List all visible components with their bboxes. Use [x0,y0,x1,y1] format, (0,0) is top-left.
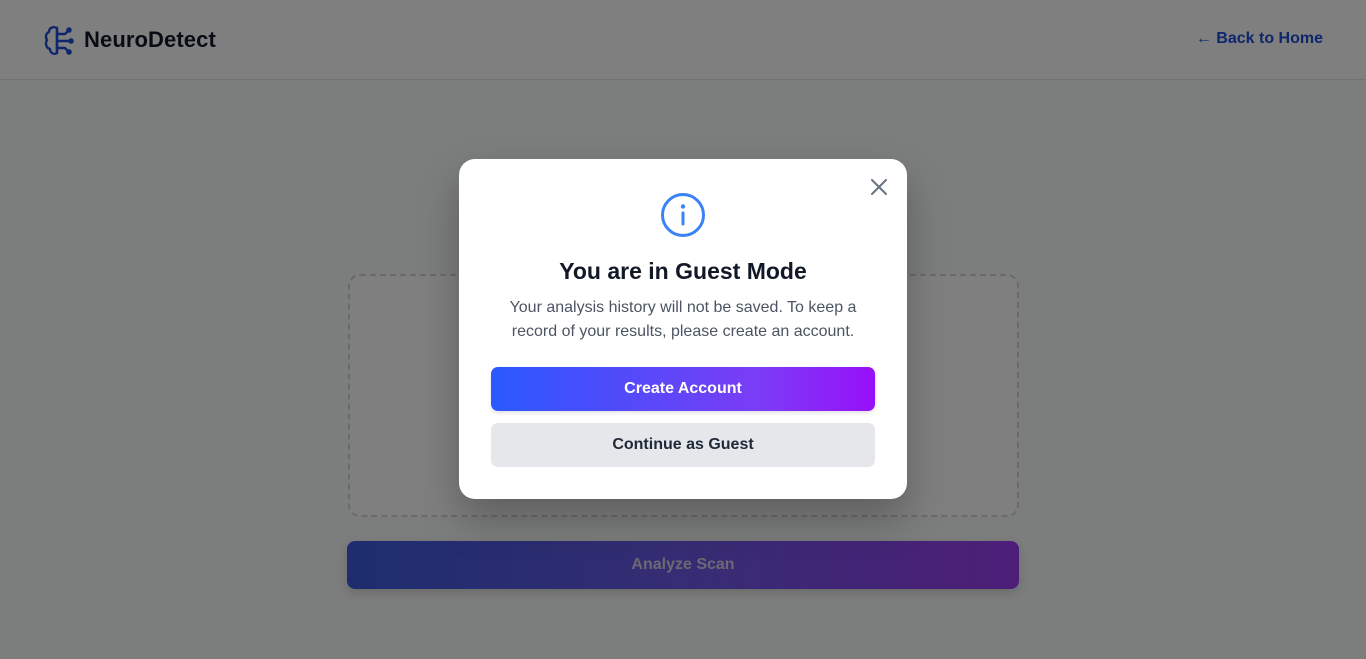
close-button[interactable] [869,177,889,197]
info-icon [661,193,705,237]
continue-as-guest-button[interactable]: Continue as Guest [491,423,875,467]
guest-mode-dialog: You are in Guest Mode Your analysis hist… [459,159,907,499]
dialog-message: Your analysis history will not be saved.… [509,299,857,340]
close-icon [871,179,887,195]
dialog-title: You are in Guest Mode [559,258,807,284]
create-account-button[interactable]: Create Account [491,367,875,411]
info-icon-wrapper [660,192,706,238]
